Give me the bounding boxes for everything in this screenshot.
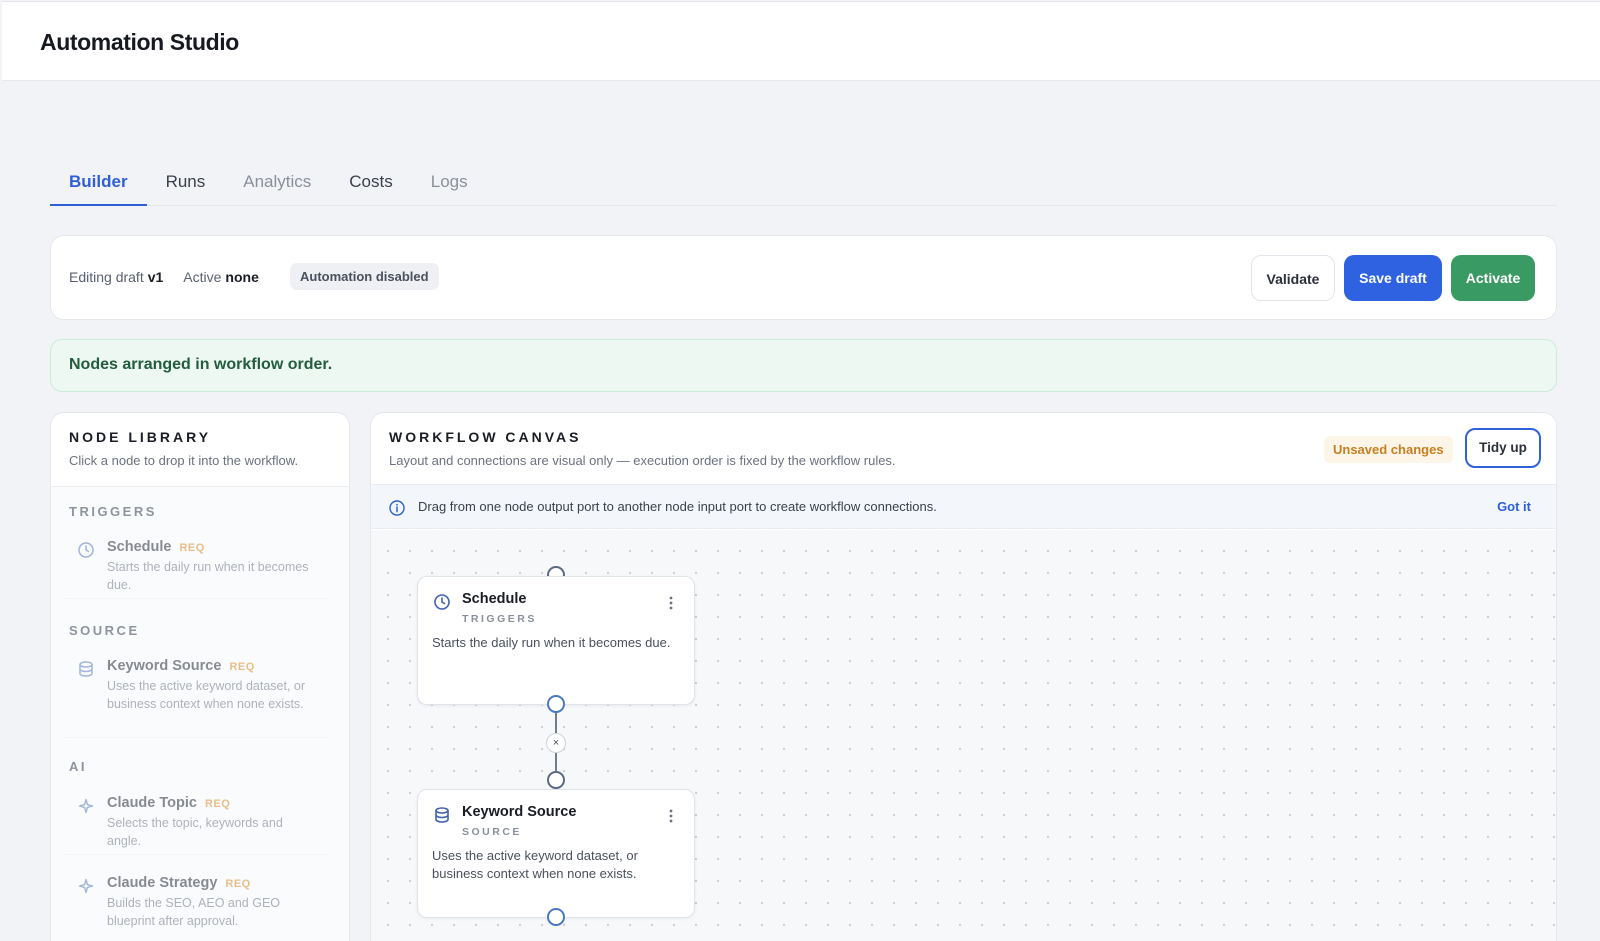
node-input-port[interactable]: [547, 771, 565, 789]
library-item-name: Keyword Source REQ: [107, 658, 255, 674]
draft-info: Editing draft v1 Active none: [69, 269, 259, 285]
workflow-canvas-panel: WORKFLOW CANVAS Layout and connections a…: [370, 412, 1557, 941]
tab-builder[interactable]: Builder: [50, 160, 147, 206]
activate-button[interactable]: Activate: [1451, 255, 1535, 301]
database-icon: [77, 660, 95, 678]
sparkle-icon: [77, 797, 95, 815]
library-item-desc: Starts the daily run when it becomes due…: [107, 560, 309, 592]
more-options-icon[interactable]: [666, 807, 676, 825]
library-title: NODE LIBRARY: [69, 429, 212, 445]
info-icon: [389, 500, 405, 521]
tab-logs[interactable]: Logs: [412, 160, 487, 206]
editing-draft-label: Editing draft: [69, 269, 144, 285]
node-output-port[interactable]: [547, 695, 565, 713]
node-name: Schedule: [462, 591, 527, 607]
node-category: SOURCE: [462, 826, 522, 838]
banner-message: Nodes arranged in workflow order.: [69, 356, 333, 373]
more-options-icon[interactable]: [666, 594, 676, 612]
canvas-title: WORKFLOW CANVAS: [389, 429, 582, 445]
hint-text: Drag from one node output port to anothe…: [418, 499, 937, 514]
tidy-up-button[interactable]: Tidy up: [1465, 428, 1541, 468]
validate-button[interactable]: Validate: [1251, 255, 1335, 301]
req-tag: REQ: [229, 661, 255, 673]
library-item-desc: Selects the topic, keywords and angle.: [107, 816, 283, 848]
node-name: Keyword Source: [462, 804, 577, 820]
node-library-panel: NODE LIBRARY Click a node to drop it int…: [50, 412, 350, 941]
req-tag: REQ: [179, 542, 205, 554]
sparkle-icon: [77, 877, 95, 895]
database-icon: [433, 806, 451, 829]
node-description: Starts the daily run when it becomes due…: [432, 635, 671, 650]
app-title: Automation Studio: [40, 29, 239, 55]
canvas-subtitle: Layout and connections are visual only —…: [389, 453, 896, 468]
connection-line: [555, 713, 557, 733]
req-tag: REQ: [225, 878, 251, 890]
save-draft-button[interactable]: Save draft: [1344, 255, 1442, 301]
library-list: TRIGGERS Schedule REQ Starts the daily ru…: [51, 487, 349, 941]
tab-runs[interactable]: Runs: [147, 160, 225, 206]
group-label-source: SOURCE: [69, 623, 140, 638]
library-item-name: Schedule REQ: [107, 539, 205, 555]
group-label-ai: AI: [69, 759, 87, 774]
req-tag: REQ: [204, 798, 231, 810]
connection-line: [555, 753, 557, 771]
canvas-header: WORKFLOW CANVAS Layout and connections a…: [389, 429, 896, 468]
library-item-schedule[interactable]: Schedule REQ Starts the daily run when it…: [65, 539, 329, 599]
dismiss-hint-button[interactable]: Got it: [1497, 499, 1531, 514]
tab-bar: Builder Runs Analytics Costs Logs: [50, 160, 1557, 206]
library-item-keyword-source[interactable]: Keyword Source REQ Uses the active keywor…: [65, 658, 329, 738]
library-header: NODE LIBRARY Click a node to drop it int…: [69, 429, 298, 468]
library-item-claude-topic[interactable]: Claude Topic REQ Selects the topic, keywo…: [65, 795, 329, 855]
group-label-triggers: TRIGGERS: [69, 504, 157, 519]
unsaved-changes-badge: Unsaved changes: [1324, 436, 1453, 463]
node-description: Uses the active keyword dataset, or busi…: [432, 848, 638, 881]
draft-status-bar: Editing draft v1 Active none Automation …: [50, 235, 1557, 320]
status-banner: Nodes arranged in workflow order.: [50, 339, 1557, 392]
node-category: TRIGGERS: [462, 613, 537, 625]
active-version-value: none: [225, 269, 259, 285]
canvas-node-schedule[interactable]: Schedule TRIGGERS Starts the daily run w…: [417, 576, 695, 705]
clock-icon: [77, 541, 95, 559]
library-item-name: Claude Topic REQ: [107, 795, 231, 811]
automation-status-badge: Automation disabled: [290, 263, 439, 290]
clock-icon: [433, 593, 451, 616]
canvas-grid[interactable]: Schedule TRIGGERS Starts the daily run w…: [371, 530, 1556, 941]
canvas-node-keyword-source[interactable]: Keyword Source SOURCE Uses the active ke…: [417, 789, 695, 918]
connection-hint-bar: Drag from one node output port to anothe…: [371, 484, 1556, 529]
top-bar: Automation Studio: [2, 1, 1600, 81]
library-subtitle: Click a node to drop it into the workflo…: [69, 453, 299, 468]
tab-analytics[interactable]: Analytics: [224, 160, 330, 206]
library-item-claude-strategy[interactable]: Claude Strategy REQ Builds the SEO, AEO a…: [65, 875, 329, 935]
delete-connection-button[interactable]: ×: [546, 733, 566, 753]
tab-costs[interactable]: Costs: [330, 160, 411, 206]
library-item-desc: Builds the SEO, AEO and GEO blueprint af…: [107, 896, 281, 928]
library-item-desc: Uses the active keyword dataset, or busi…: [107, 679, 306, 711]
active-version-label: Active: [183, 269, 222, 285]
editing-draft-value: v1: [147, 269, 164, 285]
library-item-name: Claude Strategy REQ: [107, 875, 251, 891]
node-output-port[interactable]: [547, 908, 565, 926]
